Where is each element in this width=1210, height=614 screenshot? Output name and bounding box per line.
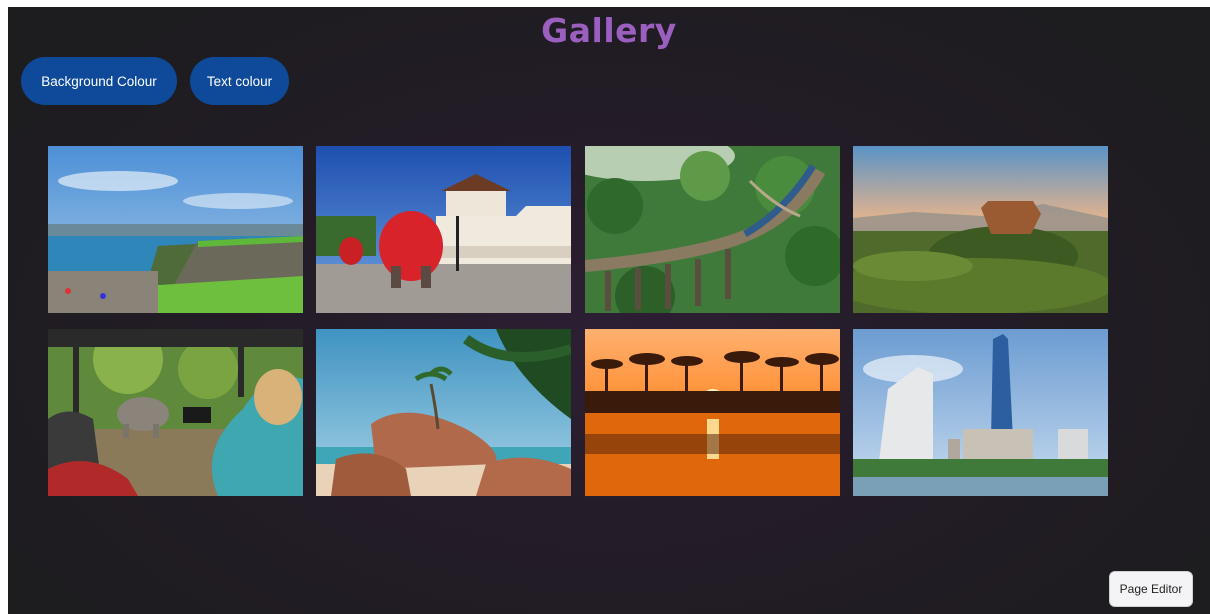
gallery-image-temple-elephant[interactable] [316,146,571,313]
lake-sunset-image [585,329,840,496]
gallery-image-city-skyline[interactable] [853,329,1108,496]
gallery-image-rock-fortress[interactable] [853,146,1108,313]
page-editor-button[interactable]: Page Editor [1109,571,1193,607]
page-background: Gallery Background Colour Text colour Pa… [8,7,1210,614]
gallery-image-train-bridge[interactable] [585,146,840,313]
coastal-fort-image [48,146,303,313]
tropical-beach-image [316,329,571,496]
temple-elephant-image [316,146,571,313]
background-colour-button[interactable]: Background Colour [21,57,177,105]
gallery-image-lake-sunset[interactable] [585,329,840,496]
safari-elephant-image [48,329,303,496]
gallery-image-safari-elephant[interactable] [48,329,303,496]
gallery-image-tropical-beach[interactable] [316,329,571,496]
image-gallery [48,146,1109,497]
city-skyline-image [853,329,1108,496]
train-bridge-image [585,146,840,313]
rock-fortress-image [853,146,1108,313]
page-title: Gallery [541,11,677,50]
gallery-image-coastal-fort[interactable] [48,146,303,313]
text-colour-button[interactable]: Text colour [190,57,289,105]
